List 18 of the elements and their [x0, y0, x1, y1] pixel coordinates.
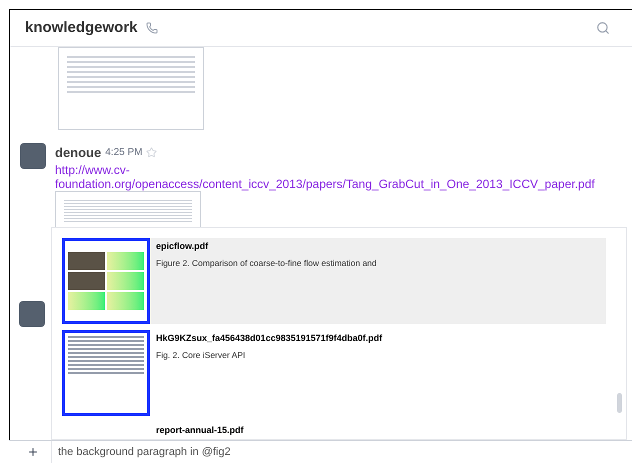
avatar[interactable] [20, 143, 46, 169]
figure-caption: Figure 2. Comparison of coarse-to-fine flow estimation and [156, 256, 377, 270]
star-icon[interactable] [146, 147, 158, 158]
figure-caption: Fig. 2. Core iServer API [156, 348, 246, 362]
file-name: epicflow.pdf [156, 240, 210, 253]
channel-title: knowledgework [25, 18, 138, 38]
author-name[interactable]: denoue [55, 143, 102, 162]
scrollbar-thumb[interactable] [617, 393, 622, 413]
plus-icon[interactable] [27, 446, 39, 458]
avatar[interactable] [19, 301, 45, 327]
message-link[interactable]: http://www.cv-foundation.org/openaccess/content_iccv_2013/papers/Tang_GrabCut_in_One_2013_ICCV_paper.pdf [55, 162, 620, 190]
message-time: 4:25 PM [105, 146, 142, 160]
search-icon[interactable] [596, 21, 610, 35]
message-input[interactable]: the background paragraph in @fig2 [51, 441, 632, 463]
file-name: report-annual-15.pdf [156, 424, 244, 437]
file-name: HkG9KZsux_fa456438d01cc9835191571f9f4dba0f.pdf [156, 332, 382, 345]
phone-icon[interactable] [146, 22, 158, 34]
suggestion-item[interactable]: epicflow.pdf Figure 2. Comparison of coarse-to-fine flow estimation and [62, 238, 606, 324]
